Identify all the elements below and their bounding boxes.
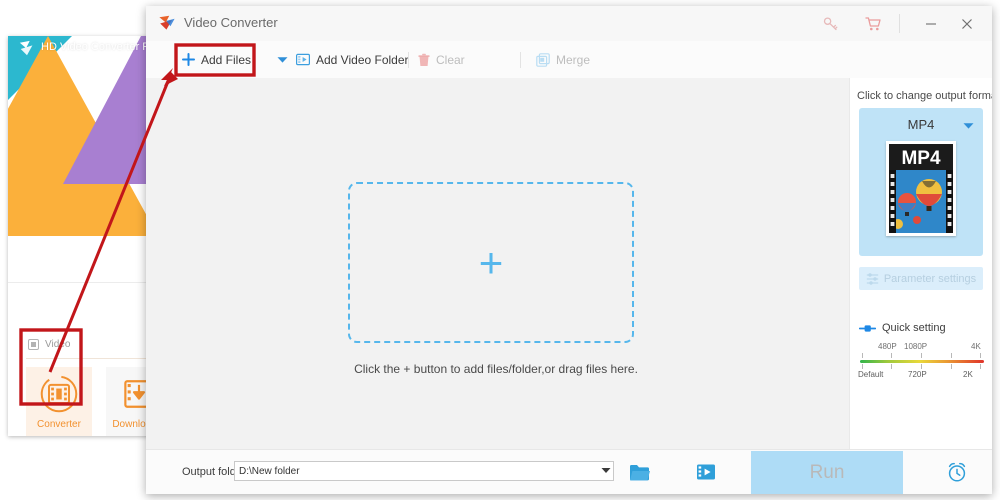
quality-slider[interactable]: 480P 1080P 4K Default 720P 2K — [858, 342, 984, 382]
dropzone-hint-text: Click the + button to add files/folder,o… — [354, 362, 638, 376]
chevron-down-icon — [277, 56, 288, 63]
quick-setting-label: Quick setting — [882, 322, 946, 334]
parameter-settings-button[interactable]: Parameter settings — [859, 267, 983, 290]
slider-label-480p: 480P — [878, 342, 897, 351]
video-converter-window[interactable]: Video Converter Add Files Add Video Fold… — [146, 6, 992, 494]
merge-squares-icon — [536, 52, 550, 67]
dropzone-plus-icon[interactable]: + — [479, 241, 504, 284]
output-format-thumbnail: MP4 — [886, 141, 956, 236]
slider-tick — [891, 353, 892, 358]
slider-label-1080p: 1080P — [904, 342, 928, 351]
add-files-dropdown-button[interactable] — [277, 49, 288, 70]
folder-video-open-icon[interactable] — [696, 462, 717, 482]
chevron-down-icon[interactable] — [963, 122, 974, 130]
key-icon[interactable] — [811, 6, 851, 41]
titlebar-separator — [899, 14, 900, 33]
slider-label-720p: 720P — [908, 370, 927, 379]
window-titlebar: Video Converter — [146, 6, 992, 42]
main-toolbar: Add Files Add Video Folder Clear Merge — [146, 41, 992, 79]
folder-video-icon — [296, 53, 310, 66]
merge-button[interactable]: Merge — [536, 49, 590, 70]
file-dropzone[interactable]: + — [348, 182, 634, 343]
output-folder-input[interactable] — [234, 461, 614, 481]
play-logo-icon — [19, 40, 33, 56]
bottom-bar: Output folder: Run — [146, 449, 992, 494]
slider-tick — [921, 364, 922, 369]
clear-button[interactable]: Clear — [418, 49, 465, 70]
add-video-folder-label: Add Video Folder — [316, 52, 409, 67]
slider-tick — [891, 364, 892, 369]
add-files-label: Add Files — [201, 52, 252, 67]
toolbar-divider-2 — [520, 52, 521, 68]
run-button[interactable]: Run — [751, 451, 903, 494]
background-section-label: Video — [45, 339, 71, 350]
sidebar-tile-converter-label: Converter — [37, 419, 81, 430]
film-reel-icon — [40, 375, 78, 413]
slider-tick — [862, 364, 863, 369]
slider-tick — [862, 353, 863, 358]
slider-tick — [921, 353, 922, 358]
add-files-button[interactable]: Add Files — [182, 49, 251, 70]
output-folder-dropdown-icon[interactable] — [601, 467, 611, 474]
slider-tick — [951, 353, 952, 358]
output-settings-panel: Click to change output format: MP4 MP4 P… — [849, 78, 992, 494]
parameter-settings-label: Parameter settings — [883, 272, 977, 285]
play-logo-icon — [159, 15, 175, 30]
slider-tick — [980, 353, 981, 358]
output-format-caption: Click to change output format: — [857, 90, 992, 102]
merge-label: Merge — [556, 52, 591, 67]
slider-tick — [980, 364, 981, 369]
video-chip-icon — [28, 339, 39, 350]
quality-slider-track[interactable] — [860, 360, 984, 363]
slider-label-4k: 4K — [971, 342, 981, 351]
minimize-icon[interactable] — [911, 6, 951, 41]
slider-toggle-icon — [859, 324, 876, 332]
output-format-card[interactable]: MP4 MP4 — [859, 108, 983, 256]
quick-setting-row[interactable]: Quick setting — [859, 322, 946, 334]
plus-icon — [182, 53, 195, 66]
close-icon[interactable] — [947, 6, 987, 41]
slider-label-default: Default — [858, 370, 884, 379]
background-section-video: Video — [28, 339, 70, 350]
window-title: Video Converter — [184, 15, 278, 30]
svg-text:MP4: MP4 — [901, 148, 941, 169]
sidebar-tile-converter[interactable]: Converter — [26, 367, 92, 436]
slider-label-2k: 2K — [963, 370, 973, 379]
sliders-icon — [866, 272, 879, 285]
add-video-folder-button[interactable]: Add Video Folder — [296, 49, 409, 70]
mp4-balloon-thumbnail: MP4 — [889, 144, 953, 233]
trash-icon — [418, 53, 430, 66]
toolbar-divider-1 — [408, 52, 409, 68]
cart-icon[interactable] — [853, 6, 893, 41]
run-button-label: Run — [809, 462, 845, 483]
alarm-clock-icon[interactable] — [946, 461, 968, 483]
slider-tick — [951, 364, 952, 369]
clear-label: Clear — [436, 52, 465, 67]
folder-open-icon[interactable] — [629, 463, 651, 482]
